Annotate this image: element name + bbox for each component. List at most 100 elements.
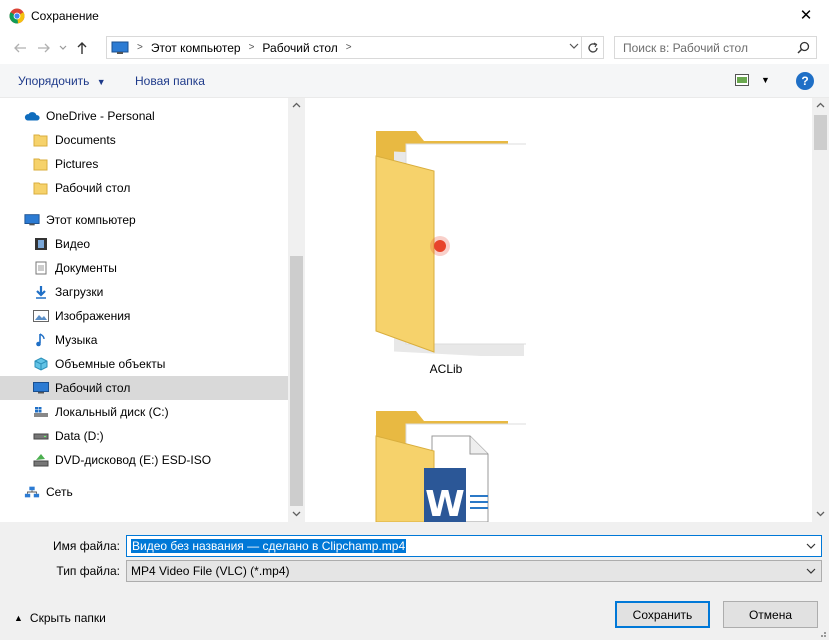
filetype-label: Тип файла: (56, 564, 120, 578)
cancel-button[interactable]: Отмена (723, 601, 818, 628)
organize-label: Упорядочить (18, 74, 90, 88)
nav-network[interactable]: Сеть (0, 480, 288, 504)
breadcrumb-desktop[interactable]: Рабочий стол (262, 41, 337, 55)
download-icon (33, 284, 49, 300)
nav-this-pc[interactable]: Этот компьютер (0, 208, 288, 232)
chevron-down-icon (59, 45, 67, 50)
content-scrollbar-thumb[interactable] (814, 115, 827, 150)
organize-menu[interactable]: Упорядочить ▼ (18, 74, 106, 88)
filename-input[interactable]: Видео без названия — сделано в Clipchamp… (131, 539, 407, 553)
scroll-up-icon (816, 102, 825, 108)
nav-3d-objects-label: Объемные объекты (55, 357, 166, 371)
recent-locations-button[interactable] (56, 36, 70, 60)
breadcrumb-separator: > (248, 42, 255, 53)
back-button[interactable] (8, 36, 32, 60)
breadcrumb-separator: > (345, 42, 352, 53)
dvd-drive-icon (33, 452, 49, 468)
breadcrumb-separator: > (137, 42, 143, 53)
hide-folders-toggle[interactable]: ▲ Скрыть папки (14, 611, 106, 625)
nav-docs[interactable]: Документы (0, 256, 288, 280)
search-input[interactable]: Поиск в: Рабочий стол (623, 41, 748, 55)
scroll-up-icon (292, 102, 301, 108)
folder-icon (33, 156, 49, 172)
chevron-down-icon[interactable] (805, 540, 817, 552)
svg-text:W: W (425, 484, 465, 522)
chevron-down-icon (806, 568, 816, 574)
scroll-down-icon (816, 511, 825, 517)
nav-music[interactable]: Музыка (0, 328, 288, 352)
help-button[interactable]: ? (796, 72, 814, 90)
nav-video-label: Видео (55, 237, 91, 251)
view-icon (735, 74, 749, 86)
content-scrollbar[interactable] (812, 98, 829, 522)
title-bar: Сохранение ✕ (0, 0, 829, 32)
nav-drive-d[interactable]: Data (D:) (0, 424, 288, 448)
up-button[interactable] (70, 36, 94, 60)
new-folder-button[interactable]: Новая папка (135, 74, 205, 88)
folder-tile[interactable]: ACLib (366, 126, 533, 382)
search-box[interactable]: Поиск в: Рабочий стол (614, 36, 817, 59)
address-dropdown-button[interactable] (569, 40, 579, 54)
nav-onedrive-desktop[interactable]: Рабочий стол (0, 176, 288, 200)
nav-desktop-label: Рабочий стол (55, 381, 131, 395)
music-icon (33, 332, 49, 348)
view-options-button[interactable]: ▼ (735, 74, 770, 86)
network-icon (24, 484, 40, 500)
nav-documents[interactable]: Documents (0, 128, 288, 152)
nav-video[interactable]: Видео (0, 232, 288, 256)
word-folder-icon: W (375, 411, 526, 522)
chrome-icon (9, 8, 25, 24)
hide-folders-label: Скрыть папки (29, 611, 106, 625)
caret-down-icon: ▼ (96, 77, 106, 87)
desktop-icon (111, 41, 129, 54)
nav-pictures-label: Pictures (55, 157, 99, 171)
nav-drive-c-label: Локальный диск (C:) (55, 405, 169, 419)
nav-scrollbar[interactable] (288, 98, 305, 522)
window-title: Сохранение (31, 9, 99, 23)
folder-tile[interactable]: W (366, 406, 526, 522)
computer-icon (24, 212, 40, 228)
resize-grip-icon[interactable] (817, 628, 827, 638)
filename-field[interactable]: Видео без названия — сделано в Clipchamp… (126, 535, 822, 557)
nav-scrollbar-thumb[interactable] (290, 256, 303, 506)
nav-images[interactable]: Изображения (0, 304, 288, 328)
nav-onedrive[interactable]: OneDrive - Personal (0, 104, 288, 128)
save-button[interactable]: Сохранить (615, 601, 710, 628)
image-icon (33, 308, 49, 324)
forward-arrow-icon (38, 43, 50, 53)
document-icon (33, 260, 49, 276)
nav-this-pc-label: Этот компьютер (46, 213, 136, 227)
folder-icon (33, 180, 49, 196)
refresh-icon (587, 41, 598, 53)
nav-drive-c[interactable]: Локальный диск (C:) (0, 400, 288, 424)
drive-icon (33, 428, 49, 444)
windows-drive-icon (33, 404, 49, 420)
caret-up-icon: ▲ (14, 613, 23, 623)
nav-documents-label: Documents (55, 133, 116, 147)
chevron-down-icon (569, 43, 579, 49)
close-button[interactable]: ✕ (783, 0, 829, 30)
search-icon (797, 41, 810, 54)
nav-dvd-drive[interactable]: DVD-дисковод (E:) ESD-ISO (0, 448, 288, 472)
nav-drive-d-label: Data (D:) (55, 429, 104, 443)
navigation-pane: OneDrive - Personal Documents Pictures Р… (0, 98, 305, 522)
forward-button[interactable] (32, 36, 56, 60)
folder-icon (33, 132, 49, 148)
filetype-select[interactable]: MP4 Video File (VLC) (*.mp4) (126, 560, 822, 582)
desktop-icon (33, 380, 49, 396)
nav-downloads[interactable]: Загрузки (0, 280, 288, 304)
close-icon: ✕ (799, 7, 813, 24)
back-arrow-icon (14, 43, 26, 53)
refresh-button[interactable] (581, 37, 603, 58)
breadcrumb-this-pc[interactable]: Этот компьютер (151, 41, 241, 55)
nav-docs-label: Документы (55, 261, 117, 275)
filename-label: Имя файла: (53, 539, 120, 553)
folder-tile-label: ACLib (429, 362, 463, 376)
nav-desktop[interactable]: Рабочий стол (0, 376, 288, 400)
filetype-value: MP4 Video File (VLC) (*.mp4) (131, 564, 290, 578)
nav-3d-objects[interactable]: Объемные объекты (0, 352, 288, 376)
address-bar[interactable]: > Этот компьютер > Рабочий стол > (106, 36, 604, 59)
up-arrow-icon (77, 42, 87, 54)
command-bar: Упорядочить ▼ Новая папка ▼ ? (0, 64, 829, 98)
nav-pictures[interactable]: Pictures (0, 152, 288, 176)
